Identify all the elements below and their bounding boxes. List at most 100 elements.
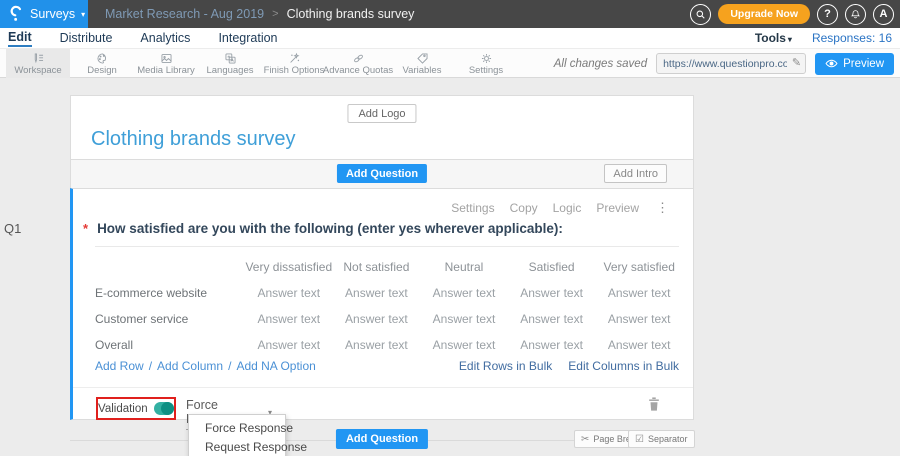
separator-button[interactable]: ☑ Separator <box>628 430 695 448</box>
row-label[interactable]: Customer service <box>95 306 245 332</box>
toolbar-tab-settings[interactable]: Settings <box>454 49 518 78</box>
nav-tabs: Edit Distribute Analytics Integration <box>8 28 278 48</box>
search-button[interactable] <box>690 4 711 25</box>
validation-dropdown-menu: Force Response Request Response <box>188 414 286 456</box>
toolbar-tab-media-library[interactable]: Media Library <box>134 49 198 78</box>
finish-options-icon <box>288 52 301 65</box>
design-icon <box>96 52 109 65</box>
matrix-links-row: Add Row / Add Column / Add NA Option Edi… <box>95 359 679 375</box>
answer-cell[interactable]: Answer text <box>420 332 508 358</box>
edit-url-icon[interactable]: ✎ <box>792 56 801 69</box>
chevron-down-icon: ▾ <box>788 35 792 44</box>
preview-button[interactable]: Preview <box>815 53 894 75</box>
section-nav: Edit Distribute Analytics Integration To… <box>0 28 900 48</box>
tab-distribute[interactable]: Distribute <box>60 30 113 46</box>
save-status: All changes saved <box>554 58 647 70</box>
link-separator: / <box>149 359 152 373</box>
question-text[interactable]: How satisfied are you with the following… <box>97 221 563 236</box>
checkbox-checked-icon: ☑ <box>635 434 644 445</box>
answer-cell[interactable]: Answer text <box>245 332 333 358</box>
toolbar-tab-workspace[interactable]: Workspace <box>6 49 70 78</box>
upgrade-now-button[interactable]: Upgrade Now <box>718 4 810 24</box>
avatar[interactable]: A <box>873 4 894 25</box>
kebab-menu-icon[interactable]: ⋮ <box>656 200 669 216</box>
answer-cell[interactable]: Answer text <box>508 332 596 358</box>
bulk-edit-links: Edit Rows in Bulk Edit Columns in Bulk <box>459 359 679 373</box>
breadcrumb-separator: > <box>272 8 278 20</box>
answer-cell[interactable]: Answer text <box>420 280 508 306</box>
add-question-strip: Add Question Add Intro <box>70 160 694 188</box>
toolbar-tab-advance-quotas[interactable]: Advance Quotas <box>326 49 390 78</box>
editor-toolbar: Workspace Design Media Library Languages… <box>0 48 900 78</box>
answer-cell[interactable]: Answer text <box>333 332 421 358</box>
delete-question-button[interactable] <box>647 396 661 417</box>
survey-url-input[interactable] <box>656 53 806 74</box>
toolbar-tabs: Workspace Design Media Library Languages… <box>6 49 518 78</box>
questionpro-logo-icon <box>8 5 24 23</box>
nav-right: Tools▾ Responses: 16 <box>755 28 892 48</box>
responses-count[interactable]: Responses: 16 <box>812 31 892 45</box>
validation-highlight-annotation: Validation <box>96 397 176 420</box>
answer-cell[interactable]: Answer text <box>595 306 683 332</box>
help-button[interactable]: ? <box>817 4 838 25</box>
column-header[interactable]: Not satisfied <box>333 254 421 280</box>
tab-edit[interactable]: Edit <box>8 29 32 47</box>
question-settings-link[interactable]: Settings <box>451 201 494 215</box>
column-header[interactable]: Satisfied <box>508 254 596 280</box>
edit-columns-in-bulk-link[interactable]: Edit Columns in Bulk <box>568 359 679 373</box>
answer-cell[interactable]: Answer text <box>333 306 421 332</box>
answer-cell[interactable]: Answer text <box>333 280 421 306</box>
toolbar-tab-variables[interactable]: Variables <box>390 49 454 78</box>
add-na-option-link[interactable]: Add NA Option <box>236 359 315 373</box>
edit-rows-in-bulk-link[interactable]: Edit Rows in Bulk <box>459 359 552 373</box>
add-logo-button[interactable]: Add Logo <box>347 104 416 123</box>
search-icon <box>695 9 706 20</box>
link-separator: / <box>228 359 231 373</box>
answer-cell[interactable]: Answer text <box>420 306 508 332</box>
tab-analytics[interactable]: Analytics <box>140 30 190 46</box>
variables-icon <box>416 52 429 65</box>
toolbar-tab-design[interactable]: Design <box>70 49 134 78</box>
tab-integration[interactable]: Integration <box>218 30 277 46</box>
top-bar: Surveys ▾ Market Research - Aug 2019 > C… <box>0 0 900 28</box>
answer-cell[interactable]: Answer text <box>508 306 596 332</box>
dropdown-option-request-response[interactable]: Request Response <box>189 437 285 456</box>
answer-cell[interactable]: Answer text <box>595 332 683 358</box>
column-header[interactable]: Very satisfied <box>595 254 683 280</box>
page-break-icon: ✂ <box>581 434 589 445</box>
surveys-menu[interactable]: Surveys ▾ <box>0 0 88 28</box>
product-name: Surveys <box>30 7 75 21</box>
question-number-label: Q1 <box>4 221 21 236</box>
notifications-button[interactable] <box>845 4 866 25</box>
breadcrumb-survey[interactable]: Clothing brands survey <box>287 7 415 21</box>
validation-toggle[interactable] <box>154 402 174 415</box>
dropdown-option-force-response[interactable]: Force Response <box>189 418 285 437</box>
question-logic-link[interactable]: Logic <box>553 201 582 215</box>
column-header[interactable]: Neutral <box>420 254 508 280</box>
survey-title[interactable]: Clothing brands survey <box>91 128 296 151</box>
answer-cell[interactable]: Answer text <box>595 280 683 306</box>
answer-cell[interactable]: Answer text <box>245 280 333 306</box>
add-row-link[interactable]: Add Row <box>95 359 144 373</box>
column-header[interactable]: Very dissatisfied <box>245 254 333 280</box>
add-question-button-bottom[interactable]: Add Question <box>336 429 428 449</box>
breadcrumb: Market Research - Aug 2019 > Clothing br… <box>105 0 414 28</box>
toggle-knob <box>161 402 174 415</box>
tools-dropdown[interactable]: Tools▾ <box>755 31 792 45</box>
question-copy-link[interactable]: Copy <box>510 201 538 215</box>
add-column-link[interactable]: Add Column <box>157 359 223 373</box>
add-intro-button[interactable]: Add Intro <box>604 164 667 183</box>
row-label[interactable]: Overall <box>95 332 245 358</box>
answer-cell[interactable]: Answer text <box>508 280 596 306</box>
languages-icon <box>224 52 237 65</box>
breadcrumb-folder[interactable]: Market Research - Aug 2019 <box>105 7 264 21</box>
toolbar-tab-finish-options[interactable]: Finish Options <box>262 49 326 78</box>
divider <box>95 246 679 247</box>
question-preview-link[interactable]: Preview <box>596 201 639 215</box>
row-label[interactable]: E-commerce website <box>95 280 245 306</box>
question-text-row: * How satisfied are you with the followi… <box>83 221 563 236</box>
answer-cell[interactable]: Answer text <box>245 306 333 332</box>
question-card: Settings Copy Logic Preview ⋮ * How sati… <box>70 188 694 420</box>
add-question-button-top[interactable]: Add Question <box>337 164 427 183</box>
toolbar-tab-languages[interactable]: Languages <box>198 49 262 78</box>
